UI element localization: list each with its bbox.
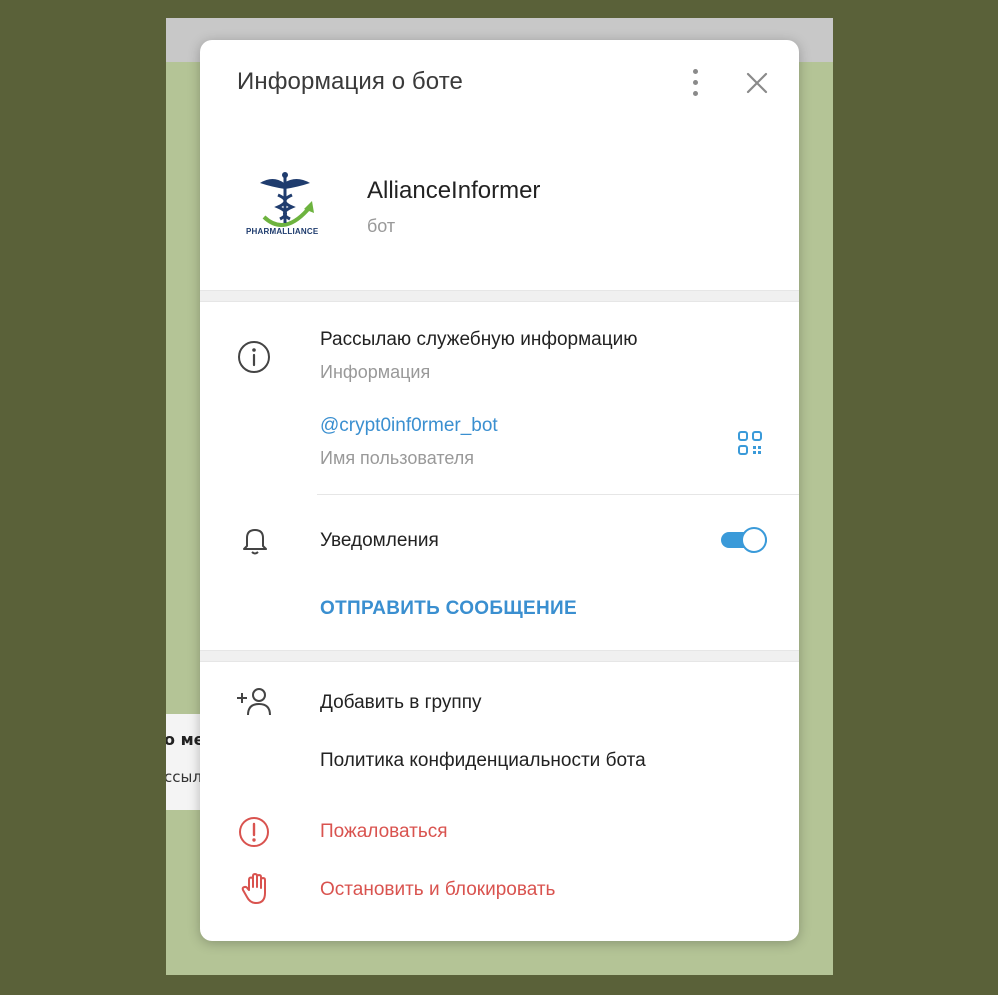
more-vertical-icon-dot: [693, 80, 698, 85]
more-vertical-icon: [693, 69, 698, 74]
bot-info-dialog: Информация о боте PHARMALLIANCE Alliance…: [200, 40, 799, 941]
bot-subtitle: бот: [367, 216, 396, 236]
bot-avatar[interactable]: PHARMALLIANCE: [240, 165, 330, 255]
report-icon: [239, 817, 269, 847]
hand-stop-icon: [241, 873, 266, 904]
close-button[interactable]: [740, 66, 774, 100]
close-icon: [746, 72, 768, 94]
bot-description: Рассылаю служебную информацию: [320, 329, 638, 350]
bell-icon: [243, 529, 267, 555]
username-label: Имя пользователя: [320, 448, 475, 468]
toggle-knob: [741, 527, 767, 553]
send-message-button[interactable]: ОТПРАВИТЬ СООБЩЕНИЕ: [320, 598, 577, 620]
bot-username-link[interactable]: @crypt0inf0rmer_bot: [320, 415, 498, 437]
info-icon: [238, 341, 270, 373]
report-button[interactable]: Пожаловаться: [320, 821, 448, 843]
logo-text: PHARMALLIANCE: [246, 227, 319, 236]
message-title: о ме: [166, 730, 205, 749]
stop-and-block-button[interactable]: Остановить и блокировать: [320, 879, 555, 901]
section-divider: [200, 650, 799, 662]
bot-name: AllianceInformer: [367, 177, 541, 204]
description-label: Информация: [320, 362, 431, 382]
qr-code-icon[interactable]: [736, 429, 764, 457]
dialog-title: Информация о боте: [237, 68, 463, 95]
notifications-label: Уведомления: [320, 530, 439, 551]
more-options-button[interactable]: [678, 66, 712, 100]
caduceus-logo-icon: [260, 172, 314, 227]
section-divider: [200, 290, 799, 302]
add-to-group-button[interactable]: Добавить в группу: [320, 692, 481, 714]
privacy-policy-button[interactable]: Политика конфиденциальности бота: [320, 750, 646, 772]
notifications-toggle[interactable]: [721, 527, 767, 553]
more-vertical-icon-dot: [693, 91, 698, 96]
message-text: ссыл: [166, 768, 202, 786]
row-separator: [317, 494, 799, 495]
add-user-icon: [237, 688, 271, 716]
